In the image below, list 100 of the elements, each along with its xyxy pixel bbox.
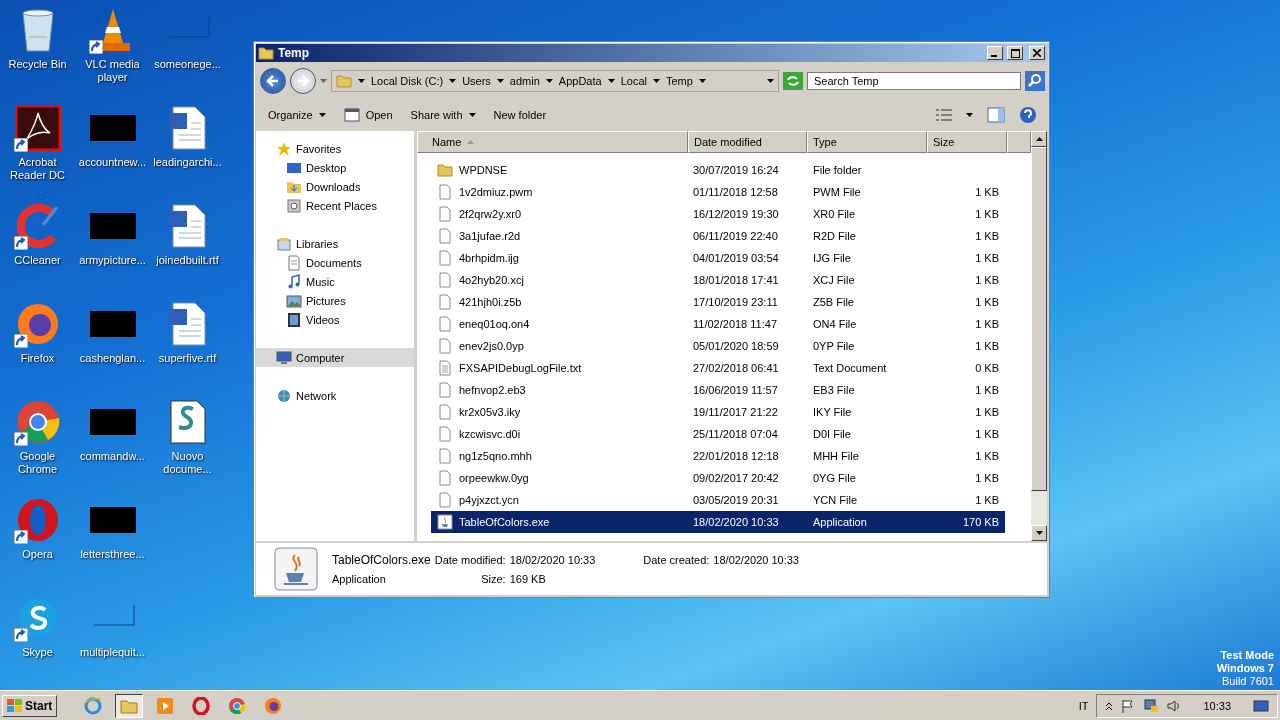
breadcrumb-item[interactable]: admin (509, 75, 553, 87)
desktop-icon-label[interactable]: superfive.rtf (150, 352, 225, 365)
navigation-item[interactable]: Libraries (256, 234, 414, 253)
navigation-item[interactable]: Recent Places (256, 196, 414, 215)
file-row[interactable]: eneq01oq.on4 11/02/2018 11:47 ON4 File 1 KB (431, 313, 1005, 335)
file-row[interactable]: 421hjh0i.z5b 17/10/2019 23:11 Z5B File 1 KB (431, 291, 1005, 313)
taskbar-app-button[interactable] (115, 693, 144, 718)
chrome-logo-icon (228, 696, 247, 715)
volume-icon[interactable] (1167, 698, 1182, 713)
desktop-icon-label[interactable]: commandw... (75, 450, 150, 463)
navigation-item[interactable]: Music (256, 272, 414, 291)
desktop-icon-label[interactable]: someonege... (150, 58, 225, 71)
breadcrumb-item[interactable]: Local Disk (C:) (371, 75, 457, 87)
column-header[interactable]: Size (927, 131, 1007, 153)
toolbar-button[interactable]: Organize (266, 107, 328, 123)
show-hidden-icons-icon[interactable] (1105, 700, 1114, 711)
file-row[interactable]: 4o2hyb20.xcj 18/01/2018 17:41 XCJ File 1 KB (431, 269, 1005, 291)
breadcrumb-item[interactable]: Temp (665, 75, 706, 87)
minimize-button[interactable] (987, 46, 1003, 60)
file-row[interactable]: 4brhpidm.ijg 04/01/2019 03:54 IJG File 1 KB (431, 247, 1005, 269)
breadcrumb-item[interactable]: Local (620, 75, 660, 87)
file-row[interactable]: 1v2dmiuz.pwm 01/11/2018 12:58 PWM File 1 KB (431, 181, 1005, 203)
chrome-logo-icon (14, 399, 61, 445)
navigation-item[interactable]: Computer (256, 348, 414, 367)
show-desktop-icon[interactable] (1253, 698, 1269, 713)
desktop-icon-label[interactable]: accountnew... (75, 156, 150, 169)
desktop-icon-label[interactable]: CCleaner (0, 254, 75, 267)
size-cell-text: 170 KB (961, 516, 1000, 528)
navigation-item[interactable]: Videos (256, 310, 414, 329)
help-icon[interactable] (1019, 106, 1037, 124)
file-name: 4brhpidm.ijg (459, 252, 519, 264)
back-button[interactable] (260, 68, 286, 94)
flag-icon[interactable] (1121, 698, 1136, 713)
desktop-icon-label[interactable]: VLC media player (75, 58, 150, 84)
address-bar[interactable]: Local Disk (C:) Users admin AppData Local Temp (331, 70, 779, 92)
folder-icon (336, 73, 352, 89)
maximize-button[interactable] (1007, 46, 1023, 60)
file-row[interactable]: orpeewkw.0yg 09/02/2017 20:42 0YG File 1 KB (431, 467, 1005, 489)
forward-button[interactable] (290, 68, 316, 94)
navigation-item[interactable]: Network (256, 386, 414, 405)
desktop-icon-label[interactable]: Opera (0, 548, 75, 561)
size-cell-text: 0 KB (974, 362, 1000, 374)
size-cell-text: 1 KB (974, 252, 1000, 264)
language-indicator[interactable]: IT (1078, 699, 1089, 712)
navigation-item[interactable]: Favorites (256, 139, 414, 158)
file-row[interactable]: ng1z5qno.mhh 22/01/2018 12:18 MHH File 1 KB (431, 445, 1005, 467)
preview-pane-icon[interactable] (987, 107, 1005, 123)
scrollbar[interactable] (1031, 131, 1047, 541)
column-header[interactable]: Type (807, 131, 927, 153)
search-icon[interactable] (1025, 71, 1045, 91)
history-caret-icon (320, 79, 327, 83)
desktop-icon-label[interactable]: Recycle Bin (0, 58, 75, 71)
desktop-icon-label[interactable]: Google Chrome (0, 450, 75, 476)
desktop-icon-label[interactable]: leadingarchi... (150, 156, 225, 169)
desktop-icon-label[interactable]: lettersthree... (75, 548, 150, 561)
file-icon (437, 338, 453, 354)
toolbar-button[interactable]: Share with (408, 107, 478, 123)
view-options-icon[interactable] (936, 108, 952, 122)
refresh-icon[interactable] (783, 72, 803, 90)
desktop-icon-label[interactable]: armypicture... (75, 254, 150, 267)
type-cell-text: PWM File (812, 186, 862, 198)
network-status-icon[interactable] (1143, 698, 1160, 713)
file-row[interactable]: kr2x05v3.iky 19/11/2017 21:22 IKY File 1 KB (431, 401, 1005, 423)
scrollbar-thumb[interactable] (1031, 147, 1047, 491)
file-name: enev2js0.0yp (459, 340, 524, 352)
type-cell-text: R2D File (812, 230, 857, 242)
file-row[interactable]: WPDNSE 30/07/2019 16:24 File folder (431, 159, 1005, 181)
navigation-item[interactable]: Desktop (256, 158, 414, 177)
column-header[interactable]: Date modified (688, 131, 807, 153)
navigation-item[interactable]: Downloads (256, 177, 414, 196)
file-row[interactable]: TableOfColors.exe 18/02/2020 10:33 Application 170 KB (431, 511, 1005, 533)
breadcrumb-item[interactable]: Users (462, 75, 504, 87)
file-row[interactable]: 3a1jufae.r2d 06/11/2019 22:40 R2D File 1 KB (431, 225, 1005, 247)
clock[interactable]: 10:33 (1203, 699, 1231, 712)
file-row[interactable]: p4yjxzct.ycn 03/05/2019 20:31 YCN File 1 KB (431, 489, 1005, 511)
file-row[interactable]: kzcwisvc.d0i 25/11/2018 07:04 D0I File 1 KB (431, 423, 1005, 445)
date-cell-text: 16/06/2019 11:57 (692, 384, 779, 396)
navigation-item[interactable]: Documents (256, 253, 414, 272)
desktop-icon-label[interactable]: Acrobat Reader DC (0, 156, 75, 182)
file-icon (437, 426, 453, 442)
desktop-icon-label[interactable]: joinedbuilt.rtf (150, 254, 225, 267)
column-header[interactable]: Name (417, 131, 688, 153)
desktop-icon-label[interactable]: Nuovo docume... (150, 450, 225, 476)
search-field[interactable]: Search Temp (807, 72, 1021, 90)
file-row[interactable]: enev2js0.0yp 05/01/2020 18:59 0YP File 1 KB (431, 335, 1005, 357)
firefox-logo-icon (264, 696, 283, 715)
desktop-icon-label[interactable]: cashenglan... (75, 352, 150, 365)
breadcrumb-item[interactable]: AppData (558, 75, 615, 87)
file-name: kzcwisvc.d0i (459, 428, 521, 440)
toolbar-button[interactable]: New folder (491, 107, 549, 123)
file-row[interactable]: hefnvop2.eb3 16/06/2019 11:57 EB3 File 1 KB (431, 379, 1005, 401)
file-row[interactable]: 2f2qrw2y.xr0 16/12/2019 19:30 XR0 File 1 KB (431, 203, 1005, 225)
caret-icon (449, 79, 457, 83)
desktop-icon-label[interactable]: Firefox (0, 352, 75, 365)
toolbar-button[interactable]: Open (341, 105, 395, 125)
dark-thumbnail-icon (89, 311, 136, 337)
close-button[interactable] (1029, 46, 1045, 60)
file-row[interactable]: FXSAPIDebugLogFile.txt 27/02/2018 06:41 Text Document 0 KB (431, 357, 1005, 379)
start-button[interactable]: Start (2, 694, 58, 717)
navigation-item[interactable]: Pictures (256, 291, 414, 310)
